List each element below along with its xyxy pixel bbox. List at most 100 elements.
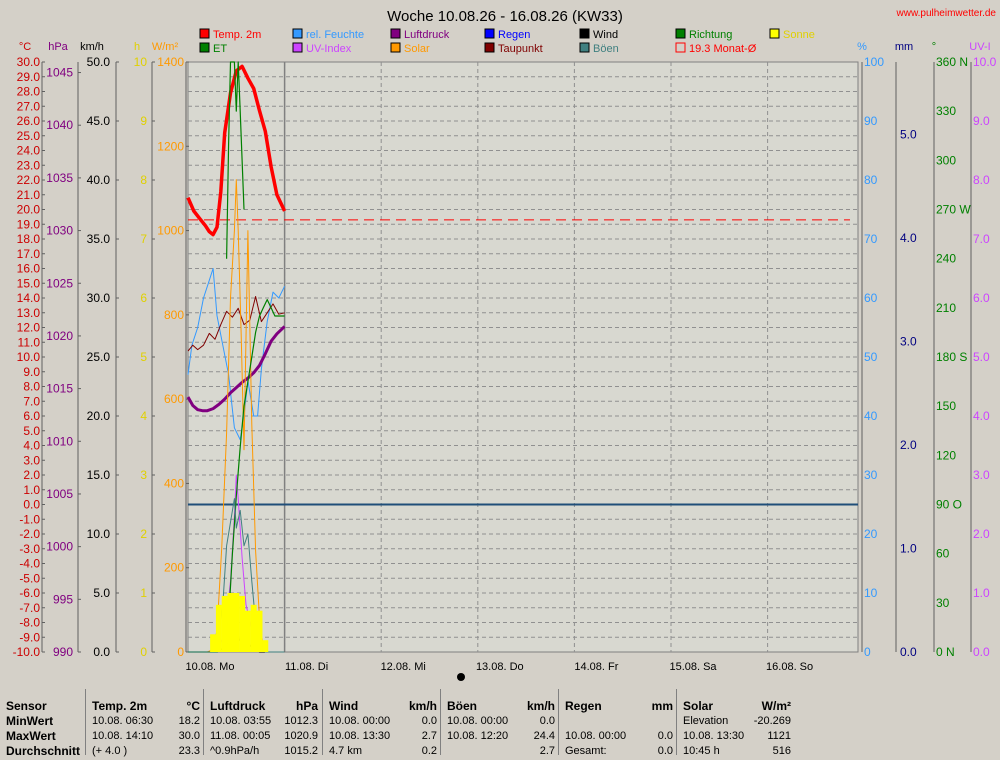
direction-tick-label: 330: [936, 104, 956, 118]
stats-header-unit: km/h: [526, 699, 555, 713]
stats-value-row: 10.08. 13:30 1121: [683, 730, 791, 745]
direction-tick-label: 0 N: [936, 645, 955, 659]
direction-tick-label: 300: [936, 153, 956, 167]
stats-header-label: Regen: [565, 699, 602, 713]
uv-unit-label: UV-I: [969, 41, 990, 53]
humidity-tick-label: 90: [864, 114, 878, 128]
pressure-tick-label: 1030: [46, 224, 73, 238]
direction-tick-label: 360 N: [936, 55, 968, 69]
stats-header-label: Temp. 2m: [92, 699, 148, 713]
sun-tick-label: 9: [140, 114, 147, 128]
stats-value: 18.2: [178, 715, 200, 727]
wind-tick-label: 15.0: [87, 468, 111, 482]
pressure-tick-label: 1010: [46, 434, 73, 448]
direction-tick-label: 90 O: [936, 498, 962, 512]
humidity-tick-label: 80: [864, 173, 878, 187]
sun-tick-label: 0: [140, 645, 147, 659]
legend-swatch: [199, 42, 210, 53]
temp-tick-label: 30.0: [17, 55, 41, 69]
stats-value-row: 10.08. 00:00 0.0: [447, 715, 555, 730]
sun-bar: [250, 604, 257, 652]
legend-swatch: [484, 42, 495, 53]
temp-tick-label: -7.0: [19, 601, 40, 615]
legend-label: 19.3 Monat-Ø: [689, 43, 757, 55]
legend-label: rel. Feuchte: [306, 29, 364, 41]
stats-value-row: 10.08. 13:30 2.7: [329, 730, 437, 745]
temp-tick-label: 2.0: [23, 468, 40, 482]
humidity-tick-label: 20: [864, 527, 878, 541]
direction-tick-label: 120: [936, 448, 956, 462]
stats-row-label: MinWert: [6, 714, 54, 728]
temp-tick-label: 24.0: [17, 144, 41, 158]
legend-swatch: [390, 42, 401, 53]
statistics-table: Sensor MinWert MaxWert Durchschnitt Temp…: [0, 689, 1000, 758]
stats-solar-header: Solar W/m²: [683, 699, 791, 714]
temp-tick-label: 6.0: [23, 409, 40, 423]
temp-tick-label: 3.0: [23, 453, 40, 467]
stats-pressure-column: Luftdruck hPa 10.08. 03:55 1012.3 11.08. 00:…: [203, 689, 322, 757]
sun-bar: [227, 593, 234, 652]
wind-tick-label: 45.0: [87, 114, 111, 128]
temp-tick-label: 7.0: [23, 394, 40, 408]
solar-unit-label: W/m²: [152, 41, 179, 53]
stats-value: 23.3: [178, 745, 200, 757]
temp-tick-label: 25.0: [17, 129, 41, 143]
sun-tick-label: 6: [140, 291, 147, 305]
stats-value-row: 2.7: [447, 745, 555, 760]
legend-label: Luftdruck: [404, 29, 450, 41]
stats-value-row: 10.08. 12:20 24.4: [447, 730, 555, 745]
stats-value: 30.0: [178, 730, 200, 742]
stats-timestamp: 10.08. 13:30: [683, 730, 745, 742]
stats-temp-header: Temp. 2m °C: [92, 699, 200, 714]
x-tick-label: 10.08. Mo: [186, 661, 235, 673]
stats-solar-column: Solar W/m² Elevation -20.269 10.08. 13:30 112…: [676, 689, 795, 757]
pressure-tick-label: 1000: [46, 540, 73, 554]
stats-header-label: Luftdruck: [210, 699, 266, 713]
stats-value: 0.0: [539, 715, 555, 727]
pressure-tick-label: 990: [53, 645, 73, 659]
uv-tick-label: 4.0: [973, 409, 990, 423]
stats-timestamp: 10.08. 06:30: [92, 715, 154, 727]
temp-tick-label: 23.0: [17, 158, 41, 172]
solar-tick-label: 1000: [157, 224, 184, 238]
temp-tick-label: -2.0: [19, 527, 40, 541]
wind-tick-label: 10.0: [87, 527, 111, 541]
temp-tick-label: 17.0: [17, 247, 41, 261]
legend-swatch: [484, 28, 495, 39]
legend-swatch: [292, 42, 303, 53]
humidity-tick-label: 10: [864, 586, 878, 600]
x-tick-label: 15.08. Sa: [669, 661, 717, 673]
temp-tick-label: 13.0: [17, 306, 41, 320]
temp-tick-label: 27.0: [17, 99, 41, 113]
wind-tick-label: 20.0: [87, 409, 111, 423]
sun-bar: [215, 604, 222, 652]
legend-swatch: [390, 28, 401, 39]
stats-timestamp: 10.08. 00:00: [565, 730, 627, 742]
uv-tick-label: 6.0: [973, 291, 990, 305]
humidity-unit-label: %: [857, 41, 867, 53]
sun-tick-label: 4: [140, 409, 147, 423]
stats-timestamp: 4.7 km: [329, 745, 363, 757]
wind-tick-label: 50.0: [87, 55, 111, 69]
temp-tick-label: 0.0: [23, 498, 40, 512]
rain-tick-label: 5.0: [900, 127, 917, 141]
temp-tick-label: -9.0: [19, 630, 40, 644]
stats-value-row: Gesamt: 0.0: [565, 745, 673, 760]
sun-bar: [221, 595, 228, 652]
temp-tick-label: 19.0: [17, 217, 41, 231]
direction-tick-label: 150: [936, 399, 956, 413]
stats-value: 0.2: [421, 745, 437, 757]
pressure-tick-label: 1035: [46, 171, 73, 185]
legend-swatch: [675, 28, 686, 39]
uv-tick-label: 10.0: [973, 55, 997, 69]
legend-label: Böen: [593, 43, 619, 55]
temp-tick-label: 1.0: [23, 483, 40, 497]
week-day-marker: [457, 673, 465, 681]
temp-tick-label: 8.0: [23, 380, 40, 394]
sun-bar: [210, 634, 217, 652]
stats-timestamp: (+ 4.0 ): [92, 745, 128, 757]
stats-value-row: 10.08. 00:00 0.0: [329, 715, 437, 730]
humidity-tick-label: 100: [864, 55, 884, 69]
stats-sensor-header: Sensor: [6, 699, 47, 713]
stats-value: 0.0: [421, 715, 437, 727]
